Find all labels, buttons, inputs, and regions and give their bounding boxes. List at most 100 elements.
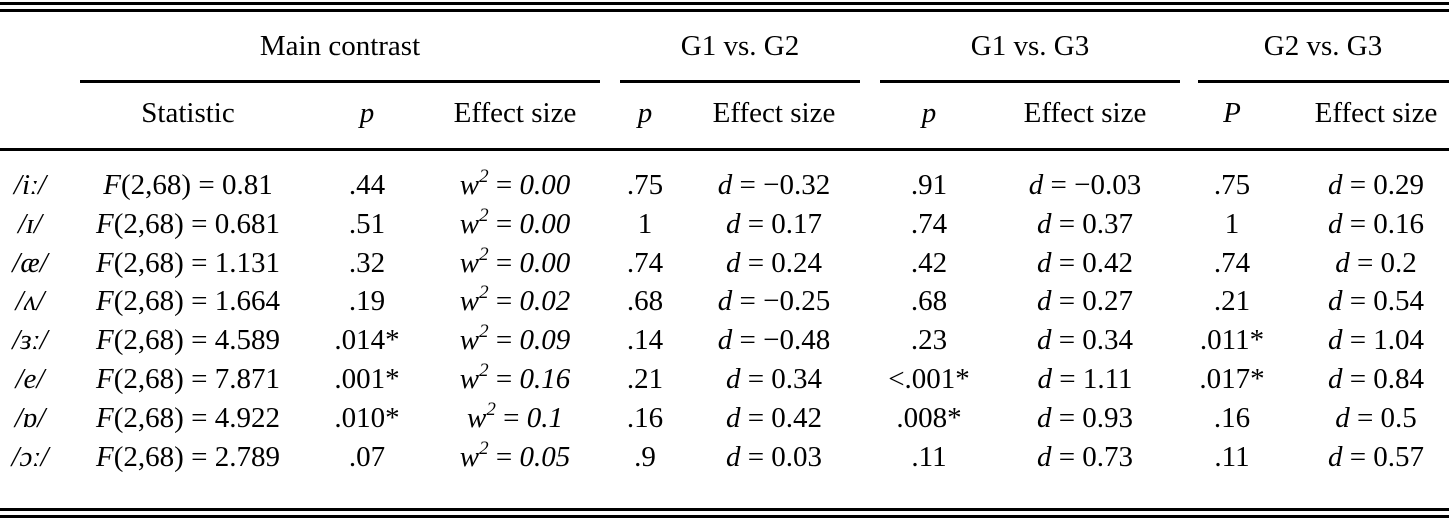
statistic-cell: F(2,68) = 7.871 (96, 363, 280, 395)
top-rule-1 (0, 2, 1449, 5)
col-header-g23-p: P (1223, 97, 1241, 129)
g12-p-cell: .68 (626, 285, 664, 318)
g13-effect-cell: d = 0.27 (1036, 285, 1134, 318)
g23-effect-cell: d = 0.57 (1327, 440, 1425, 473)
g13-effect-cell: d = 1.11 (1037, 363, 1133, 395)
vowel-cell: /ɔː/ (11, 440, 49, 473)
top-rule-2 (0, 9, 1449, 12)
col-header-g12-effect: Effect size (712, 97, 836, 129)
statistic-cell: F(2,68) = 1.664 (96, 285, 280, 318)
g23-effect-cell: d = 0.54 (1327, 285, 1425, 318)
g12-p-cell: .74 (626, 246, 664, 279)
g13-p-cell: .11 (911, 440, 947, 473)
col-header-effect: Effect size (453, 97, 577, 129)
header-rule (0, 148, 1449, 151)
g23-p-cell: .011* (1199, 324, 1265, 357)
vowel-cell: /iː/ (13, 169, 47, 201)
g12-effect-cell: d = 0.17 (725, 207, 823, 240)
vowel-cell: /e/ (15, 363, 45, 395)
col-header-p: p (359, 97, 375, 129)
vowel-cell: /æ/ (12, 246, 48, 279)
col-header-statistic: Statistic (141, 97, 235, 129)
g23-p-cell: .74 (1213, 246, 1251, 279)
statistic-cell: F(2,68) = 4.922 (96, 401, 280, 434)
vowel-cell: /ʌ/ (15, 285, 45, 318)
statistic-cell: F(2,68) = 0.681 (96, 207, 280, 240)
g12-p-cell: .9 (634, 440, 656, 473)
g23-p-cell: .11 (1214, 440, 1250, 473)
g13-effect-cell: d = 0.93 (1036, 401, 1134, 434)
g13-effect-cell: d = 0.37 (1036, 207, 1134, 240)
g13-p-cell: .91 (910, 169, 948, 201)
p-cell: .001* (334, 363, 400, 395)
group-rule-g2g3 (1198, 80, 1449, 83)
g23-p-cell: .16 (1213, 401, 1251, 434)
effect-size-cell: w2 = 0.05 (459, 437, 571, 473)
g13-effect-cell: d = −0.03 (1028, 169, 1142, 201)
g12-p-cell: .21 (626, 363, 664, 395)
g13-effect-cell: d = 0.73 (1036, 440, 1134, 473)
effect-size-cell: w2 = 0.02 (459, 282, 571, 318)
g23-effect-cell: d = 0.84 (1327, 363, 1425, 395)
group-rule-g1g3 (880, 80, 1180, 83)
g12-effect-cell: d = −0.32 (717, 169, 831, 201)
g13-p-cell: <.001* (888, 363, 970, 395)
bottom-rule-1 (0, 508, 1449, 511)
p-cell: .014* (334, 324, 400, 357)
g12-effect-cell: d = 0.34 (725, 363, 823, 395)
g13-effect-cell: d = 0.34 (1036, 324, 1134, 357)
statistic-cell: F(2,68) = 4.589 (96, 324, 280, 357)
g13-p-cell: .68 (910, 285, 948, 318)
col-header-g13-p: p (921, 97, 937, 129)
bottom-rule-2 (0, 515, 1449, 518)
g13-effect-cell: d = 0.42 (1036, 246, 1134, 279)
g13-p-cell: .74 (910, 207, 948, 240)
group-header-g1g3: G1 vs. G3 (970, 30, 1090, 62)
g13-p-cell: .008* (896, 401, 962, 434)
group-header-g1g2: G1 vs. G2 (680, 30, 800, 62)
statistic-cell: F(2,68) = 0.81 (103, 169, 273, 201)
p-cell: .19 (348, 285, 386, 318)
g23-p-cell: .75 (1213, 169, 1251, 201)
p-cell: .32 (348, 246, 386, 279)
g12-effect-cell: d = −0.25 (717, 285, 831, 318)
g12-p-cell: .75 (626, 169, 664, 201)
group-rule-main (80, 80, 600, 83)
g12-p-cell: .14 (626, 324, 664, 357)
p-cell: .010* (334, 401, 400, 434)
g23-effect-cell: d = 0.16 (1327, 207, 1425, 240)
col-header-g12-p: p (637, 97, 653, 129)
effect-size-cell: w2 = 0.1 (467, 398, 563, 434)
g23-p-cell: .017* (1199, 363, 1265, 395)
g12-effect-cell: d = −0.48 (717, 324, 831, 357)
g23-effect-cell: d = 0.5 (1335, 401, 1417, 434)
g12-effect-cell: d = 0.24 (725, 246, 823, 279)
g23-p-cell: 1 (1224, 207, 1240, 240)
vowel-cell: /ɪ/ (18, 207, 42, 240)
p-cell: .07 (348, 440, 386, 473)
vowel-cell: /ɒ/ (14, 401, 46, 434)
g12-effect-cell: d = 0.03 (725, 440, 823, 473)
g12-p-cell: 1 (637, 207, 653, 240)
effect-size-cell: w2 = 0.00 (459, 204, 571, 240)
p-cell: .44 (348, 169, 386, 201)
g23-effect-cell: d = 0.29 (1327, 169, 1425, 201)
g12-effect-cell: d = 0.42 (725, 401, 823, 434)
col-header-g13-effect: Effect size (1023, 97, 1147, 129)
effect-size-cell: w2 = 0.16 (459, 360, 571, 395)
statistic-cell: F(2,68) = 2.789 (96, 440, 280, 473)
statistic-cell: F(2,68) = 1.131 (96, 246, 280, 279)
group-rule-g1g2 (620, 80, 860, 83)
g23-effect-cell: d = 0.2 (1335, 246, 1417, 279)
effect-size-cell: w2 = 0.09 (459, 321, 571, 357)
effect-size-cell: w2 = 0.00 (459, 243, 571, 279)
group-header-main: Main contrast (259, 30, 421, 62)
p-cell: .51 (348, 207, 386, 240)
g23-effect-cell: d = 1.04 (1327, 324, 1425, 357)
g23-p-cell: .21 (1213, 285, 1251, 318)
vowel-cell: /ɜː/ (12, 324, 48, 357)
g13-p-cell: .23 (910, 324, 948, 357)
effect-size-cell: w2 = 0.00 (459, 166, 571, 201)
g12-p-cell: .16 (626, 401, 664, 434)
g13-p-cell: .42 (910, 246, 948, 279)
